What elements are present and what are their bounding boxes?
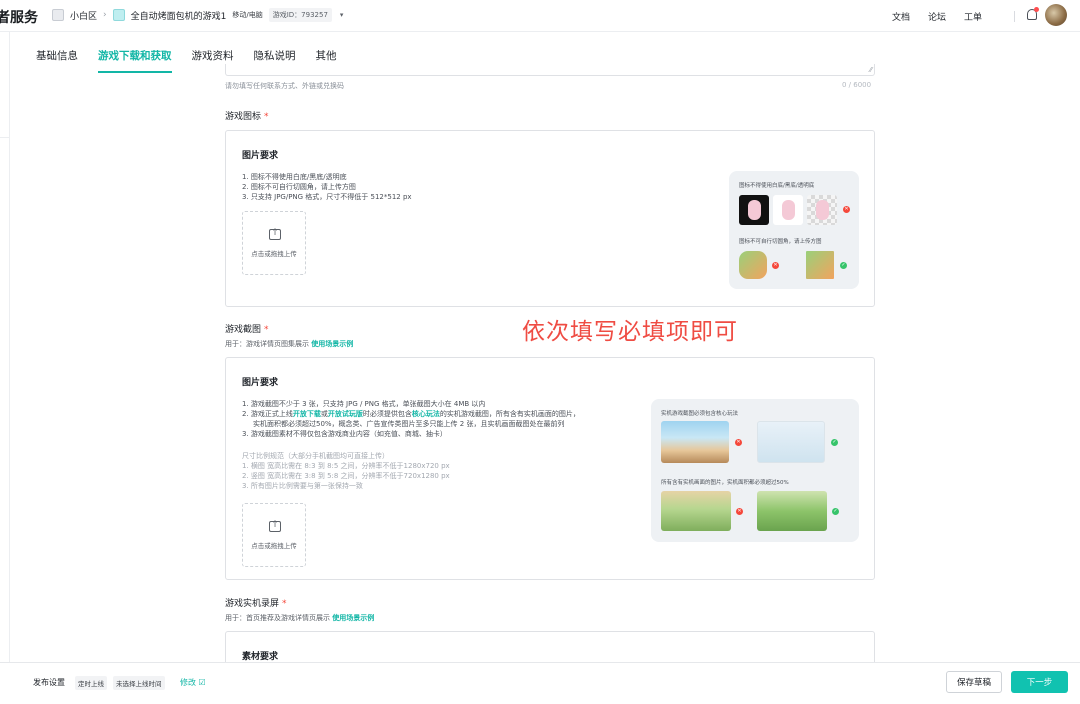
publish-settings-label: 发布设置 xyxy=(33,678,65,687)
example-caption: 图标不可自行切圆角，请上传方图 xyxy=(739,239,822,245)
example-caption: 所有含有实机画面的图片，实机面积都必须超过50% xyxy=(661,480,789,486)
icon-field-label: 游戏图标 * xyxy=(225,109,269,122)
valid-check-icon: ✓ xyxy=(831,439,838,446)
size-rules-title: 尺寸比例规范（大部分手机截图均可直接上传） xyxy=(242,452,389,460)
invalid-x-icon: ✕ xyxy=(772,262,779,269)
divider xyxy=(1014,11,1015,22)
link-docs[interactable]: 文档 xyxy=(892,10,910,23)
requirement-item: 2. 图标不可自行切圆角，请上传方图 xyxy=(242,183,356,191)
invalid-x-icon: ✕ xyxy=(843,206,850,213)
upload-arrow-icon: ↑ xyxy=(271,520,279,530)
game-icon xyxy=(112,9,125,21)
requirement-item: 3. 游戏截图素材不得仅包含游戏商业内容（如充值、商城、抽卡） xyxy=(242,430,447,438)
bottom-action-bar: 发布设置 定时上线 未选择上线时间 修改 ☑ 保存草稿 下一步 xyxy=(0,662,1080,704)
icon-requirements-card: 图片要求 1. 图标不得使用白底/黑底/透明底 2. 图标不可自行切圆角，请上传… xyxy=(225,130,875,307)
recording-label-text: 游戏实机录屏 xyxy=(225,599,280,609)
save-draft-button[interactable]: 保存草稿 xyxy=(946,671,1002,693)
requirement-item: 1. 游戏截图不少于 3 张，只支持 JPG / PNG 格式，单张截图大小在 … xyxy=(242,400,486,408)
left-nav-strip xyxy=(0,32,10,662)
tab-basic-info[interactable]: 基础信息 xyxy=(36,48,78,73)
publish-time-tag: 未选择上线时间 xyxy=(113,676,165,690)
breadcrumb: 小白区 › 全自动烤面包机的游戏1 移动/电脑 游戏ID：793257 ▾ xyxy=(52,8,343,22)
requirement-item: 3. 只支持 JPG/PNG 格式，尺寸不得低于 512*512 px xyxy=(242,193,412,201)
size-rule-item: 1. 横图 宽高比需在 8:3 到 8:5 之间，分辨率不低于1280x720 … xyxy=(242,462,450,470)
requirement-item: 2. 游戏正式上线开放下载或开放试玩版时必须提供包含核心玩法的实机游戏截图，所有… xyxy=(242,410,580,418)
size-rule-item: 2. 竖图 宽高比需在 3:8 到 5:8 之间，分辨率不低于720x1280 … xyxy=(242,472,450,480)
card-title: 图片要求 xyxy=(242,378,279,388)
example-caption: 实机游戏截图必须包含核心玩法 xyxy=(661,411,739,417)
edit-publish-link[interactable]: 修改 ☑ xyxy=(180,677,206,688)
usage-text: 用于：首页推荐及游戏详情页展示 xyxy=(225,614,330,622)
usage-example-link[interactable]: 使用场景示例 xyxy=(332,614,374,622)
game-id-badge: 游戏ID：793257 xyxy=(268,8,332,22)
screenshot-example-panel: 实机游戏截图必须包含核心玩法 ✕ ✓ 所有含有实机画面的图片，实机面积都必须超过… xyxy=(651,399,859,542)
screenshot-field-label: 游戏截图 * xyxy=(225,322,269,335)
example-large-gameplay-area xyxy=(757,491,827,531)
description-textarea[interactable]: ⁄⁄ xyxy=(225,64,875,76)
screenshot-requirement-list: 1. 游戏截图不少于 3 张，只支持 JPG / PNG 格式，单张截图大小在 … xyxy=(242,399,580,439)
size-rules-list: 尺寸比例规范（大部分手机截图均可直接上传） 1. 横图 宽高比需在 8:3 到 … xyxy=(242,451,450,491)
recording-usage: 用于：首页推荐及游戏详情页展示 使用场景示例 xyxy=(225,613,374,623)
example-image-square xyxy=(806,251,834,279)
next-step-button[interactable]: 下一步 xyxy=(1011,671,1068,693)
size-rule-item: 3. 所有图片比例需要与第一张保持一致 xyxy=(242,482,363,490)
usage-example-link[interactable]: 使用场景示例 xyxy=(311,340,353,348)
example-image-black-bg xyxy=(739,195,769,225)
example-small-gameplay-area xyxy=(661,491,731,531)
required-mark: * xyxy=(282,599,287,609)
annotation-text: 依次填写必填项即可 xyxy=(522,319,738,345)
link-forum[interactable]: 论坛 xyxy=(928,10,946,23)
valid-check-icon: ✓ xyxy=(832,508,839,515)
top-links: 文档 论坛 工单 xyxy=(892,10,982,23)
platform-tag: 移动/电脑 xyxy=(232,11,263,19)
icon-upload-dropzone[interactable]: ↑ 点击或拖拽上传 xyxy=(242,211,306,275)
screenshot-requirements-card: 图片要求 1. 游戏截图不少于 3 张，只支持 JPG / PNG 格式，单张截… xyxy=(225,357,875,580)
example-caption: 图标不得使用白底/黑底/透明底 xyxy=(739,183,815,189)
invalid-x-icon: ✕ xyxy=(735,439,742,446)
link-ticket[interactable]: 工单 xyxy=(964,10,982,23)
card-title: 图片要求 xyxy=(242,151,279,161)
notification-dot xyxy=(1034,7,1039,12)
example-image-rounded xyxy=(739,251,767,279)
upload-arrow-icon: ↑ xyxy=(271,228,279,238)
nav-item-divider xyxy=(0,102,9,138)
game-switch-chevron-down-icon[interactable]: ▾ xyxy=(340,11,344,19)
icon-requirement-list: 1. 图标不得使用白底/黑底/透明底 2. 图标不可自行切圆角，请上传方图 3.… xyxy=(242,172,412,202)
publish-mode-tag: 定时上线 xyxy=(75,676,107,690)
icon-label-text: 游戏图标 xyxy=(225,112,262,122)
upload-text: 点击或拖拽上传 xyxy=(251,542,297,550)
top-bar: 者服务 小白区 › 全自动烤面包机的游戏1 移动/电脑 游戏ID：793257 … xyxy=(0,0,1080,32)
description-hint: 请勿填写任何联系方式、外链或兑换码 xyxy=(225,82,344,90)
screenshot-label-text: 游戏截图 xyxy=(225,325,262,335)
team-icon xyxy=(52,9,64,21)
screenshot-upload-dropzone[interactable]: ↑ 点击或拖拽上传 xyxy=(242,503,306,567)
icon-example-panel: 图标不得使用白底/黑底/透明底 ✕ 图标不可自行切圆角，请上传方图 ✕ ✓ xyxy=(729,171,859,289)
breadcrumb-game[interactable]: 全自动烤面包机的游戏1 xyxy=(131,9,227,22)
breadcrumb-separator-icon: › xyxy=(103,10,107,20)
breadcrumb-team[interactable]: 小白区 xyxy=(70,9,97,22)
card-title: 素材要求 xyxy=(242,652,279,662)
char-counter: 0 / 6000 xyxy=(842,81,872,89)
tab-download[interactable]: 游戏下载和获取 xyxy=(98,48,172,73)
avatar[interactable] xyxy=(1045,4,1067,26)
usage-text: 用于：游戏详情页图集展示 xyxy=(225,340,309,348)
example-image-white-bg xyxy=(773,195,803,225)
upload-text: 点击或拖拽上传 xyxy=(251,250,297,258)
example-image-transparent-bg xyxy=(807,195,837,225)
requirement-item-continued: 实机面积都必须超过50%，概念类、广告宣传类图片至多只能上传 2 张，且实机画面… xyxy=(253,420,565,428)
brand-title: 者服务 xyxy=(0,10,38,26)
required-mark: * xyxy=(264,325,269,335)
requirement-item: 1. 图标不得使用白底/黑底/透明底 xyxy=(242,173,347,181)
required-mark: * xyxy=(264,112,269,122)
example-gameplay-screenshot xyxy=(661,421,729,463)
screenshot-usage: 用于：游戏详情页图集展示 使用场景示例 xyxy=(225,339,353,349)
recording-field-label: 游戏实机录屏 * xyxy=(225,596,287,609)
valid-check-icon: ✓ xyxy=(840,262,847,269)
resize-grip-icon[interactable]: ⁄⁄ xyxy=(870,66,872,74)
invalid-x-icon: ✕ xyxy=(736,508,743,515)
example-ui-screenshot xyxy=(757,421,825,463)
